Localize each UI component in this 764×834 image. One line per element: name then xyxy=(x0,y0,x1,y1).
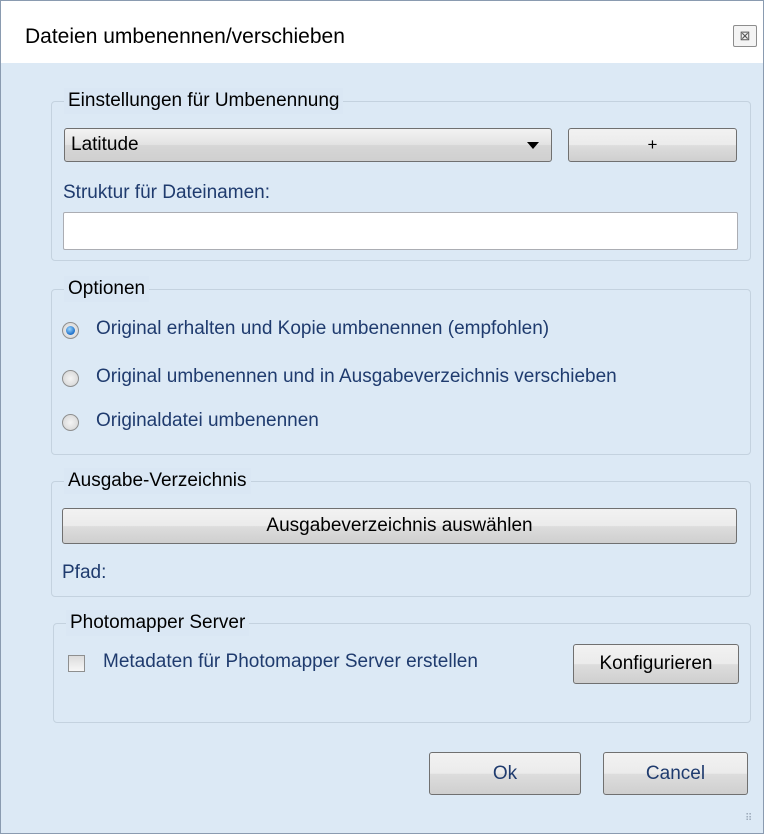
rename-move-dialog: Dateien umbenennen/verschieben ⊠ Einstel… xyxy=(0,0,764,834)
options-legend: Optionen xyxy=(64,276,150,302)
dialog-body: Einstellungen für Umbenennung Optionen A… xyxy=(1,63,763,833)
filename-structure-input[interactable] xyxy=(63,212,738,250)
preset-select-value: Latitude xyxy=(71,134,139,155)
path-label: Pfad: xyxy=(62,562,107,583)
close-button[interactable]: ⊠ xyxy=(733,25,757,47)
option-keep-original-label[interactable]: Original erhalten und Kopie umbenennen (… xyxy=(96,318,549,340)
option-rename-move-radio[interactable] xyxy=(62,370,79,387)
resize-grip-icon[interactable]: ⠿ xyxy=(745,814,759,829)
ok-button[interactable]: Ok xyxy=(429,752,581,795)
filename-structure-label: Struktur für Dateinamen: xyxy=(63,182,270,203)
add-preset-button[interactable]: + xyxy=(568,128,737,162)
photomapper-metadata-checkbox[interactable] xyxy=(68,655,85,672)
chevron-down-icon xyxy=(527,142,539,149)
rename-settings-legend: Einstellungen für Umbenennung xyxy=(64,88,344,114)
preset-select[interactable]: Latitude xyxy=(64,128,552,162)
photomapper-legend: Photomapper Server xyxy=(66,610,250,636)
add-preset-button-label: + xyxy=(647,135,658,154)
cancel-button[interactable]: Cancel xyxy=(603,752,748,795)
ok-button-label: Ok xyxy=(492,763,518,784)
choose-output-dir-button[interactable]: Ausgabeverzeichnis auswählen xyxy=(62,508,737,544)
choose-output-dir-label: Ausgabeverzeichnis auswählen xyxy=(266,515,533,536)
title-bar[interactable]: Dateien umbenennen/verschieben ⊠ xyxy=(1,1,763,63)
configure-button-label: Konfigurieren xyxy=(599,653,713,674)
option-rename-original-radio[interactable] xyxy=(62,414,79,431)
option-rename-move-label[interactable]: Original umbenennen und in Ausgabeverzei… xyxy=(96,366,617,388)
configure-button[interactable]: Konfigurieren xyxy=(573,644,739,684)
option-rename-original-label[interactable]: Originaldatei umbenennen xyxy=(96,410,319,432)
dialog-title: Dateien umbenennen/verschieben xyxy=(25,25,345,48)
cancel-button-label: Cancel xyxy=(645,763,706,784)
photomapper-metadata-label[interactable]: Metadaten für Photomapper Server erstell… xyxy=(103,651,478,673)
close-icon: ⊠ xyxy=(739,28,751,43)
output-dir-legend: Ausgabe-Verzeichnis xyxy=(64,468,251,494)
option-keep-original-radio[interactable] xyxy=(62,322,79,339)
